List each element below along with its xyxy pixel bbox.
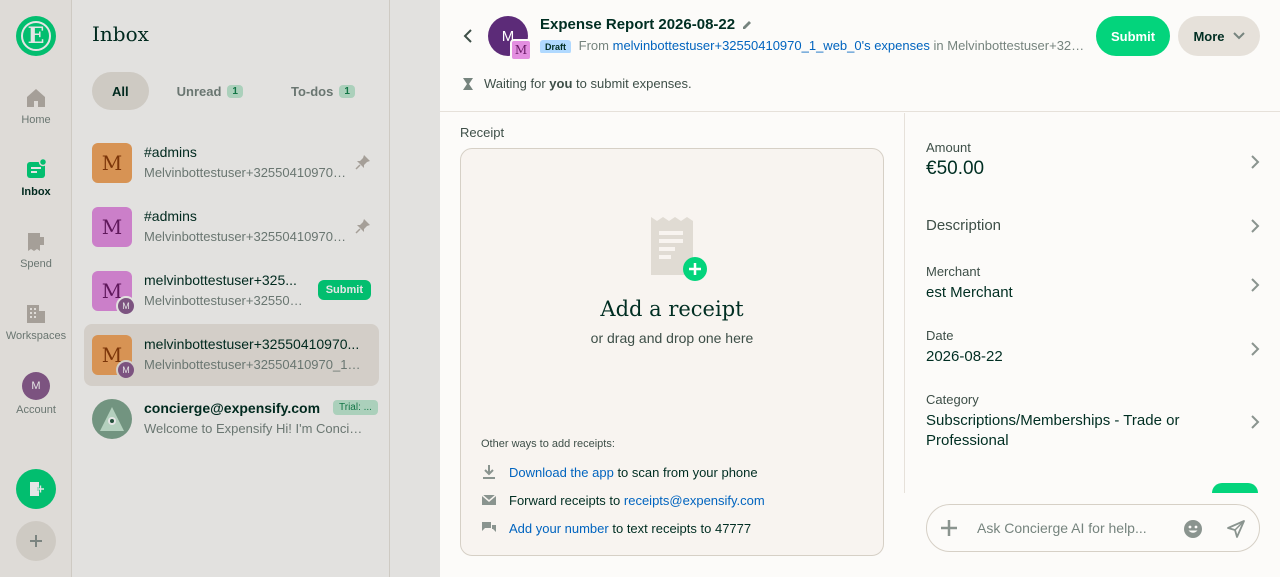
pencil-icon [743,20,752,29]
dropzone-title: Add a receipt [600,297,744,321]
date-value: 2026-08-22 [926,348,1003,365]
status-badge: Draft [540,40,572,53]
composer-placeholder[interactable]: Ask Concierge AI for help... [977,520,1147,536]
amount-field[interactable]: Amount €50.00 [926,140,1261,179]
download-app-link[interactable]: Download the app [509,465,614,480]
add-number-link[interactable]: Add your number [509,521,609,536]
submit-button[interactable]: Submit [1096,16,1170,56]
mail-icon [481,494,497,505]
category-label: Category [926,392,979,407]
send-icon[interactable] [1226,519,1246,539]
text-receipts-text: to text receipts to 47777 [612,520,752,536]
download-icon [483,465,495,479]
billable-toggle[interactable] [1212,483,1258,493]
category-value: Subscriptions/Memberships - Trade or Pro… [926,412,1180,449]
more-button[interactable]: More [1178,16,1260,56]
in-prefix: in [933,38,944,53]
date-field[interactable]: Date 2026-08-22 [926,328,1261,367]
description-field[interactable]: Description [926,216,1261,236]
forward-receipts-row: Forward receipts to receipts@expensify.c… [481,492,765,508]
chevron-right-icon [1251,415,1260,429]
report-panel: M M Expense Report 2026-08-22 Draft From… [440,0,1280,577]
emoji-icon[interactable] [1183,519,1203,539]
text-receipts-row: Add your number to text receipts to 4777… [481,520,751,536]
description-label: Description [926,217,1002,234]
download-app-text: to scan from your phone [617,464,758,480]
report-subtitle: Draft From melvinbottestuser+32550410970… [540,38,1088,53]
overlay-backdrop[interactable] [0,0,440,577]
plus-icon[interactable] [939,518,959,538]
dropzone-subtitle: or drag and drop one here [590,330,754,346]
from-prefix: From [578,38,609,53]
forward-text: Forward receipts to [509,492,621,508]
expense-fields: Amount €50.00 Description Merchant est M… [904,113,1280,493]
chevron-right-icon [1251,342,1260,356]
waiting-post: to submit expenses. [576,76,692,91]
merchant-value: est Merchant [926,284,1013,301]
from-link[interactable]: melvinbottestuser+32550410970_1_web_0's … [613,38,930,53]
download-app-row: Download the app to scan from your phone [481,464,758,480]
hourglass-icon [463,77,473,90]
receipt-add-icon [651,217,707,281]
chevron-right-icon [1251,278,1260,292]
category-field[interactable]: Category Subscriptions/Memberships - Tra… [926,392,1261,451]
report-title-wrap[interactable]: Expense Report 2026-08-22 [540,16,753,33]
report-header: M M Expense Report 2026-08-22 Draft From… [440,0,1280,112]
merchant-field[interactable]: Merchant est Merchant [926,264,1261,303]
back-arrow-icon[interactable] [458,26,478,46]
chevron-right-icon [1251,219,1260,233]
merchant-label: Merchant [926,264,981,279]
report-title: Expense Report 2026-08-22 [540,16,736,33]
chevron-right-icon [1251,155,1260,169]
composer[interactable]: Ask Concierge AI for help... [926,504,1260,552]
date-label: Date [926,328,954,343]
chevron-down-icon [1232,32,1245,40]
chat-icon [482,522,496,532]
more-label: More [1193,28,1225,44]
other-ways-label: Other ways to add receipts: [481,438,615,450]
amount-value: €50.00 [926,158,985,179]
waiting-status: Waiting for you to submit expenses. [462,76,692,91]
workspace-name: Melvinbottestuser+32550... [947,38,1088,53]
waiting-pre: Waiting for [484,76,546,91]
workspace-avatar: M [510,39,532,61]
receipts-email-link[interactable]: receipts@expensify.com [624,493,765,508]
receipt-label: Receipt [460,125,505,140]
receipt-dropzone[interactable]: Add a receipt or drag and drop one here … [460,148,884,556]
amount-label: Amount [926,140,971,155]
waiting-bold: you [549,76,573,91]
